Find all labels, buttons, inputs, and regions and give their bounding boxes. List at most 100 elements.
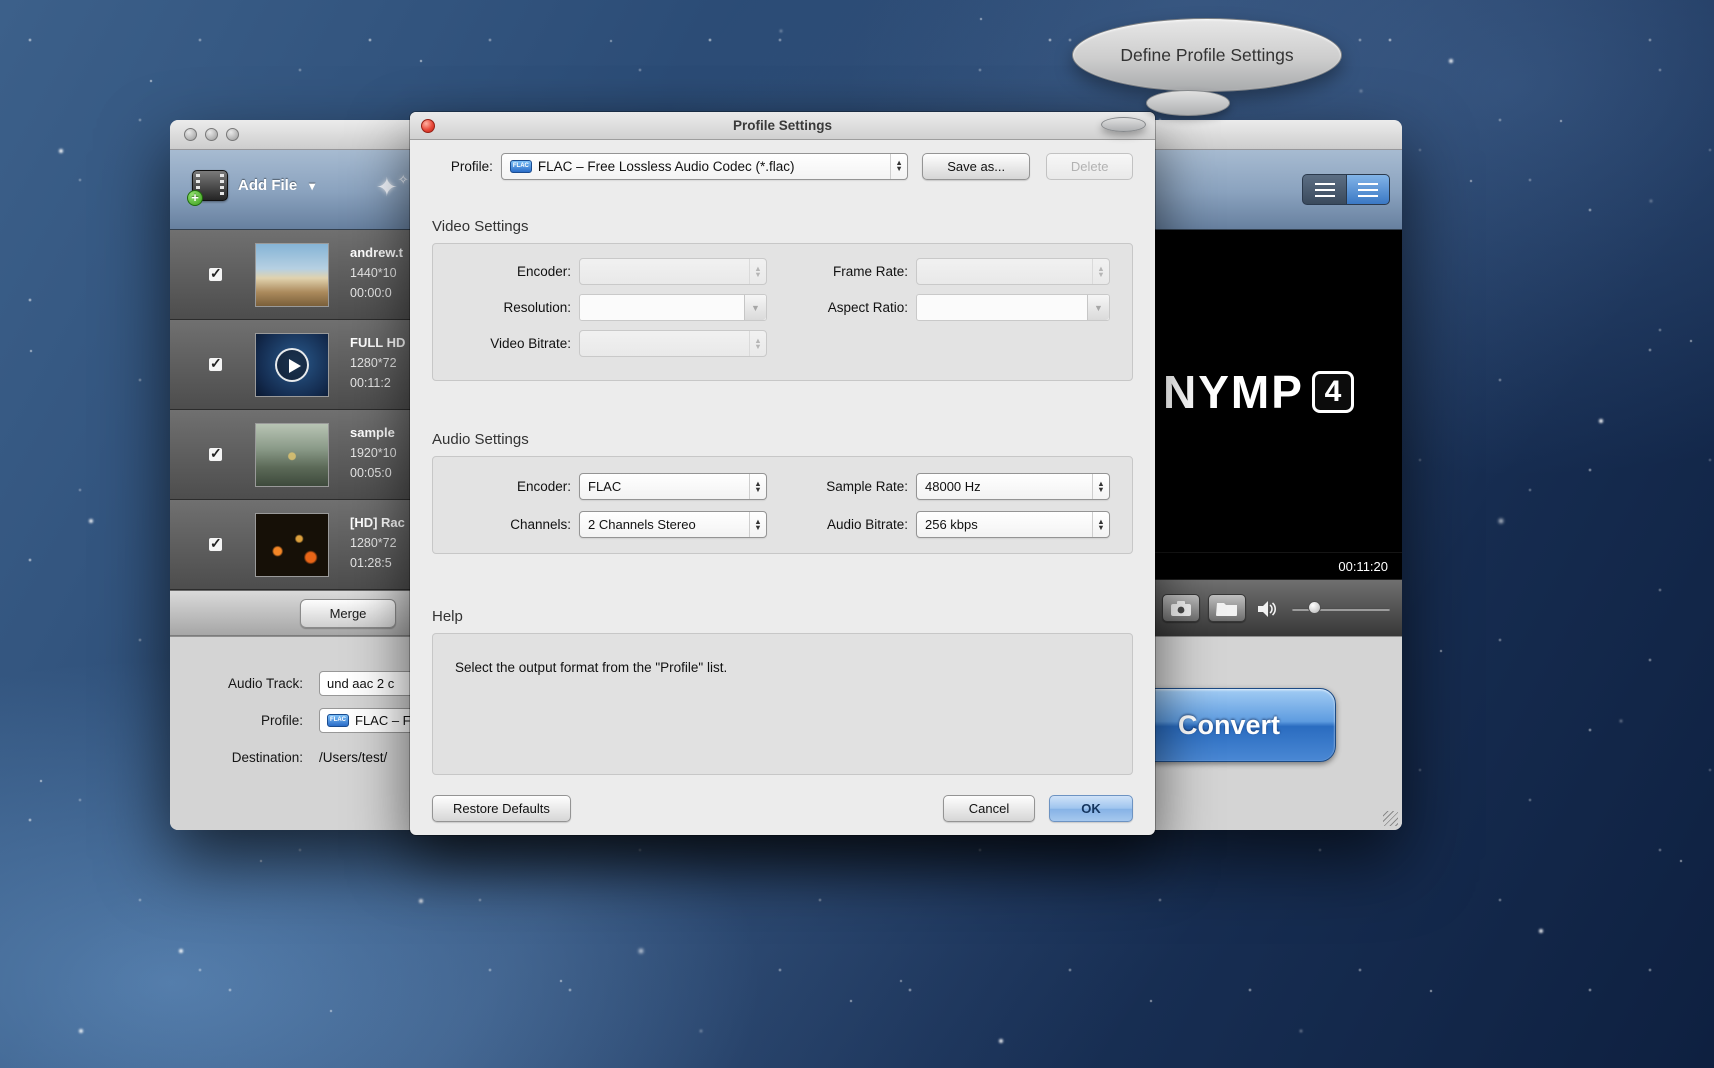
minimize-button[interactable] <box>205 128 218 141</box>
file-duration: 01:28:5 <box>350 553 405 573</box>
destination-path: /Users/test/ <box>319 750 387 765</box>
file-resolution: 1440*10 <box>350 263 403 283</box>
dialog-title: Profile Settings <box>733 118 832 133</box>
encoder-label: Encoder: <box>433 479 571 494</box>
up-down-arrows-icon <box>749 474 766 499</box>
video-bitrate-label: Video Bitrate: <box>433 336 571 351</box>
resize-grip[interactable] <box>1383 811 1398 826</box>
grid-icon <box>1358 183 1378 197</box>
audio-settings-heading: Audio Settings <box>432 431 1133 448</box>
file-resolution: 1280*72 <box>350 353 405 373</box>
filmstrip-plus-icon: + <box>192 170 228 201</box>
video-encoder-select <box>579 258 767 285</box>
frame-rate-label: Frame Rate: <box>779 264 908 279</box>
file-thumbnail <box>255 243 329 307</box>
up-down-arrows-icon <box>1092 474 1109 499</box>
volume-slider[interactable] <box>1292 608 1390 611</box>
close-button[interactable] <box>184 128 197 141</box>
file-thumbnail <box>255 333 329 397</box>
camera-icon <box>1171 601 1191 616</box>
desktop: + Add File andrew.t 144 <box>0 0 1714 1068</box>
restore-defaults-button[interactable]: Restore Defaults <box>432 795 571 822</box>
profile-select[interactable]: FLAC FLAC – Free Lossless Audio Codec (*… <box>501 153 908 180</box>
list-icon <box>1315 183 1335 197</box>
up-down-arrows-icon <box>890 154 907 179</box>
flac-badge-icon: FLAC <box>510 160 532 173</box>
resolution-label: Resolution: <box>433 300 571 315</box>
file-resolution: 1920*10 <box>350 443 397 463</box>
profile-label: Profile: <box>432 159 493 174</box>
aspect-ratio-combo <box>916 294 1110 321</box>
file-name: andrew.t <box>350 243 403 263</box>
file-checkbox[interactable] <box>208 357 223 372</box>
chevron-down-icon <box>1087 295 1109 320</box>
file-thumbnail <box>255 423 329 487</box>
audio-settings-group: Encoder: FLAC Sample Rate: 48000 Hz Chan… <box>432 456 1133 554</box>
playback-timestamp: 00:11:20 <box>1338 559 1388 574</box>
up-down-arrows-icon <box>1092 259 1109 284</box>
file-duration: 00:00:0 <box>350 283 403 303</box>
file-checkbox[interactable] <box>208 537 223 552</box>
volume-slider-knob[interactable] <box>1308 601 1321 614</box>
sample-rate-label: Sample Rate: <box>779 479 908 494</box>
file-thumbnail <box>255 513 329 577</box>
file-duration: 00:05:0 <box>350 463 397 483</box>
view-toggle-group <box>1302 174 1390 205</box>
help-text: Select the output format from the "Profi… <box>455 660 1132 675</box>
magic-wand-icon[interactable] <box>376 172 409 203</box>
folder-icon <box>1216 601 1238 616</box>
logo-4-badge: 4 <box>1312 371 1354 413</box>
file-resolution: 1280*72 <box>350 533 405 553</box>
tooltip-bubble: Define Profile Settings <box>1072 18 1342 92</box>
channels-select[interactable]: 2 Channels Stereo <box>579 511 767 538</box>
dialog-close-button[interactable] <box>421 119 435 133</box>
list-view-button[interactable] <box>1302 174 1346 205</box>
resolution-combo <box>579 294 767 321</box>
encoder-label: Encoder: <box>433 264 571 279</box>
ok-button[interactable]: OK <box>1049 795 1133 822</box>
up-down-arrows-icon <box>749 331 766 356</box>
help-heading: Help <box>432 608 1133 625</box>
cancel-button[interactable]: Cancel <box>943 795 1035 822</box>
save-as-button[interactable]: Save as... <box>922 153 1030 180</box>
help-box: Select the output format from the "Profi… <box>432 633 1133 775</box>
file-name: [HD] Rac <box>350 513 405 533</box>
tooltip-trail-ellipse <box>1146 90 1230 116</box>
file-checkbox[interactable] <box>208 267 223 282</box>
sample-rate-select[interactable]: 48000 Hz <box>916 473 1110 500</box>
channels-label: Channels: <box>433 517 571 532</box>
delete-button: Delete <box>1046 153 1133 180</box>
tooltip-text: Define Profile Settings <box>1120 45 1293 66</box>
file-name: FULL HD <box>350 333 405 353</box>
file-checkbox[interactable] <box>208 447 223 462</box>
tooltip-trail-ellipse <box>1101 117 1146 132</box>
anymp4-logo: NYMP 4 <box>1163 365 1354 419</box>
dialog-titlebar[interactable]: Profile Settings <box>410 112 1155 140</box>
open-folder-button[interactable] <box>1208 594 1246 622</box>
add-file-button[interactable]: + Add File <box>192 170 315 201</box>
grid-view-button[interactable] <box>1346 174 1390 205</box>
add-file-label: Add File <box>238 177 297 194</box>
snapshot-button[interactable] <box>1162 594 1200 622</box>
play-icon[interactable] <box>275 348 309 382</box>
merge-button[interactable]: Merge <box>300 599 396 628</box>
video-settings-group: Encoder: Frame Rate: Resolution: Aspect … <box>432 243 1133 381</box>
audio-bitrate-label: Audio Bitrate: <box>779 517 908 532</box>
audio-track-label: Audio Track: <box>186 676 303 691</box>
volume-button[interactable] <box>1258 601 1278 622</box>
audio-bitrate-select[interactable]: 256 kbps <box>916 511 1110 538</box>
destination-label: Destination: <box>186 750 303 765</box>
zoom-button[interactable] <box>226 128 239 141</box>
file-name: sample <box>350 423 397 443</box>
file-duration: 00:11:2 <box>350 373 405 393</box>
up-down-arrows-icon <box>1092 512 1109 537</box>
profile-settings-dialog: Profile Settings Profile: FLAC FLAC – Fr… <box>410 112 1155 835</box>
audio-encoder-select[interactable]: FLAC <box>579 473 767 500</box>
flac-badge-icon: FLAC <box>327 714 349 727</box>
chevron-down-icon <box>307 177 315 194</box>
chevron-down-icon <box>744 295 766 320</box>
profile-label: Profile: <box>186 713 303 728</box>
speaker-icon <box>1258 601 1278 617</box>
aspect-ratio-label: Aspect Ratio: <box>779 300 908 315</box>
frame-rate-select <box>916 258 1110 285</box>
